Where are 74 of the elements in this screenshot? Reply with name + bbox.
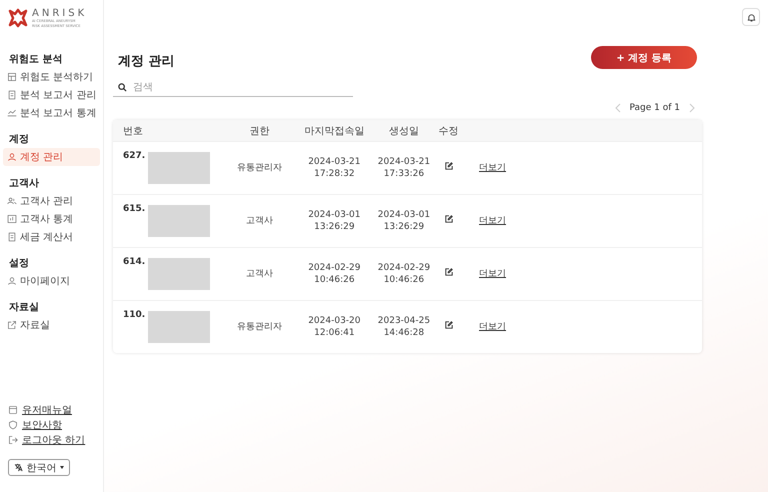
row-number: 614. xyxy=(123,257,146,267)
column-header: 수정 xyxy=(438,126,459,136)
role-cell: 유통관리자 xyxy=(237,322,282,332)
redacted-block xyxy=(148,152,210,184)
created-date-cell: 2024-02-29 10:46:26 xyxy=(378,263,430,285)
column-header: 번호 xyxy=(123,126,143,136)
row-number: 627. xyxy=(123,151,146,161)
page-indicator: Page 1 of 1 xyxy=(630,103,680,113)
shield-icon xyxy=(8,420,18,430)
edit-icon[interactable] xyxy=(444,215,453,223)
last-login-cell: 2024-03-21 17:28:32 xyxy=(308,157,361,179)
page-title: 계정 관리 xyxy=(118,53,175,70)
edit-icon[interactable] xyxy=(444,321,453,329)
logo-name: ANRISK xyxy=(32,8,88,19)
redacted-block xyxy=(148,311,210,343)
sidebar-item[interactable]: 고객사 통계 xyxy=(3,210,100,228)
document-icon xyxy=(7,90,17,100)
edit-icon[interactable] xyxy=(444,162,453,170)
role-cell: 고객사 xyxy=(246,269,274,279)
redacted-block xyxy=(148,258,210,290)
user-icon xyxy=(7,152,17,162)
more-link[interactable]: 더보기 xyxy=(479,269,506,279)
logout-icon xyxy=(8,435,18,445)
grid-icon xyxy=(7,72,17,82)
sidebar-item[interactable]: 분석 보고서 관리 xyxy=(3,86,100,104)
section-heading: 고객사 xyxy=(8,177,40,191)
sidebar-item[interactable]: 세금 계산서 xyxy=(3,228,100,246)
created-date-cell: 2024-03-01 13:26:29 xyxy=(378,210,430,232)
column-header: 생성일 xyxy=(388,126,419,136)
chart-icon xyxy=(7,108,17,118)
column-header: 권한 xyxy=(250,126,270,136)
footer-link[interactable]: 유저매뉴얼 xyxy=(22,403,72,417)
sidebar-item[interactable]: 자료실 xyxy=(3,316,100,334)
more-link[interactable]: 더보기 xyxy=(479,163,506,173)
sidebar-item[interactable]: 고객사 관리 xyxy=(3,192,100,210)
user-icon xyxy=(7,276,17,286)
redacted-block xyxy=(148,205,210,237)
bell-icon xyxy=(746,12,756,22)
section-heading: 자료실 xyxy=(8,301,40,315)
search-field[interactable]: 검색 xyxy=(133,82,353,93)
footer-link[interactable]: 로그아웃 하기 xyxy=(22,433,86,447)
role-cell: 고객사 xyxy=(246,216,274,226)
document-icon xyxy=(7,232,17,242)
sidebar-item[interactable]: 마이페이지 xyxy=(3,272,100,290)
created-date-cell: 2023-04-25 14:46:28 xyxy=(378,316,430,338)
translate-icon xyxy=(14,463,23,472)
last-login-cell: 2024-03-20 12:06:41 xyxy=(308,316,361,338)
more-link[interactable]: 더보기 xyxy=(479,216,506,226)
search-icon xyxy=(118,83,127,92)
section-heading: 계정 xyxy=(8,133,30,147)
book-icon xyxy=(8,405,18,415)
caret-icon xyxy=(60,466,64,469)
section-heading: 위험도 분석 xyxy=(8,53,64,67)
users-icon xyxy=(7,196,17,206)
external-link-icon xyxy=(7,320,17,330)
sidebar-item[interactable]: 계정 관리 xyxy=(3,148,100,166)
last-login-cell: 2024-02-29 10:46:26 xyxy=(308,263,361,285)
edit-icon[interactable] xyxy=(444,268,453,276)
more-link[interactable]: 더보기 xyxy=(479,322,506,332)
role-cell: 유통관리자 xyxy=(237,163,282,173)
column-header: 마지막접속일 xyxy=(304,126,364,136)
footer-link[interactable]: 보안사항 xyxy=(22,418,62,432)
row-number: 615. xyxy=(123,204,146,214)
logo-icon xyxy=(8,8,28,28)
last-login-cell: 2024-03-01 13:26:29 xyxy=(308,210,361,232)
language-select[interactable]: 한국어 xyxy=(8,459,70,476)
created-date-cell: 2024-03-21 17:33:26 xyxy=(378,157,430,179)
add-account-button[interactable]: + 계정 등록 xyxy=(591,46,697,69)
bar-chart-icon xyxy=(7,214,17,224)
sidebar-item[interactable]: 위험도 분석하기 xyxy=(3,68,100,86)
row-number: 110. xyxy=(123,310,146,320)
section-heading: 설정 xyxy=(8,257,30,271)
sidebar-item[interactable]: 분석 보고서 통계 xyxy=(3,104,100,122)
notification-button[interactable] xyxy=(742,8,760,26)
